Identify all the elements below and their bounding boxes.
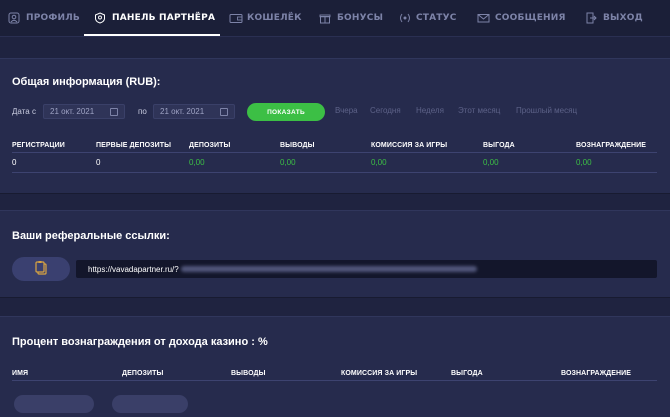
col-header-deposits: ДЕПОЗИТЫ [122,370,164,377]
referral-links-title: Ваши реферальные ссылки: [12,230,170,242]
value-first-deposits: 0 [96,158,101,167]
wallet-icon [229,12,243,24]
nav-label: БОНУСЫ [337,13,384,23]
range-yesterday[interactable]: Вчера [335,106,358,115]
tier-pill[interactable] [14,395,94,413]
value-withdrawals: 0,00 [280,158,296,167]
range-last-month[interactable]: Прошлый месяц [516,106,577,115]
col-header-profit: ВЫГОДА [451,370,483,377]
col-header-profit: ВЫГОДА [483,142,515,149]
nav-label: СООБЩЕНИЯ [495,13,566,23]
date-from-field[interactable]: 21 окт. 2021 [43,104,125,119]
tier-pill[interactable] [112,395,188,413]
calendar-icon [220,108,228,116]
calendar-icon [110,108,118,116]
value-reward: 0,00 [576,158,592,167]
date-to-value: 21 окт. 2021 [160,107,205,116]
gift-icon [319,12,331,24]
nav-item-status[interactable]: СТАТУС [398,0,457,36]
laurel-icon [398,12,410,24]
range-this-month[interactable]: Этот месяц [458,106,500,115]
col-header-withdrawals: ВЫВОДЫ [231,370,266,377]
col-header-deposits: ДЕПОЗИТЫ [189,142,231,149]
value-registrations: 0 [12,158,17,167]
partner-badge-icon [94,12,106,24]
commission-panel [0,316,670,417]
nav-item-logout[interactable]: ВЫХОД [585,0,643,36]
active-tab-indicator [84,34,220,36]
referral-links-panel [0,210,670,298]
user-icon [8,12,20,24]
nav-label: ПАНЕЛЬ ПАРТНЁРА [112,13,216,23]
exit-icon [585,12,597,24]
value-game-commission: 0,00 [371,158,387,167]
top-navigation: ПРОФИЛЬ ПАНЕЛЬ ПАРТНЁРА КОШЕЛЁК БОНУСЫ С… [0,0,670,37]
table-divider [12,152,657,153]
date-to-label: по [138,107,147,116]
col-header-game-commission: КОМИССИЯ ЗА ИГРЫ [371,142,448,149]
col-header-reward: ВОЗНАГРАЖДЕНИЕ [561,370,632,377]
nav-item-partner-panel[interactable]: ПАНЕЛЬ ПАРТНЁРА [94,0,215,36]
referral-link-text: https://vavadapartner.ru/? [88,264,179,274]
commission-title: Процент вознаграждения от дохода казино … [12,336,268,348]
col-header-game-commission: КОМИССИЯ ЗА ИГРЫ [341,370,418,377]
col-header-first-deposits: ПЕРВЫЕ ДЕПОЗИТЫ [96,142,172,149]
referral-link-field[interactable]: https://vavadapartner.ru/? [76,260,657,278]
col-header-withdrawals: ВЫВОДЫ [280,142,315,149]
nav-item-messages[interactable]: СООБЩЕНИЯ [477,0,566,36]
blurred-link-tail [180,266,477,272]
col-header-name: ИМЯ [12,370,29,377]
nav-label: ВЫХОД [603,13,643,23]
col-header-reward: ВОЗНАГРАЖДЕНИЕ [576,142,647,149]
value-deposits: 0,00 [189,158,205,167]
nav-item-wallet[interactable]: КОШЕЛЁК [229,0,302,36]
envelope-icon [477,12,490,24]
nav-item-bonuses[interactable]: БОНУСЫ [319,0,383,36]
date-from-label: Дата с [12,107,36,116]
range-today[interactable]: Сегодня [370,106,401,115]
col-header-registrations: РЕГИСТРАЦИИ [12,142,65,149]
general-info-title: Общая информация (RUB): [12,76,161,88]
nav-label: КОШЕЛЁК [247,13,302,23]
copy-link-button[interactable] [12,257,70,281]
nav-label: СТАТУС [416,13,457,23]
nav-label: ПРОФИЛЬ [26,13,80,23]
nav-item-profile[interactable]: ПРОФИЛЬ [8,0,80,36]
value-profit: 0,00 [483,158,499,167]
copy-icon [33,260,49,279]
range-week[interactable]: Неделя [416,106,444,115]
table-divider [12,380,657,381]
table-divider [12,172,657,173]
date-from-value: 21 окт. 2021 [50,107,95,116]
show-button[interactable]: ПОКАЗАТЬ [247,103,325,121]
date-to-field[interactable]: 21 окт. 2021 [153,104,235,119]
